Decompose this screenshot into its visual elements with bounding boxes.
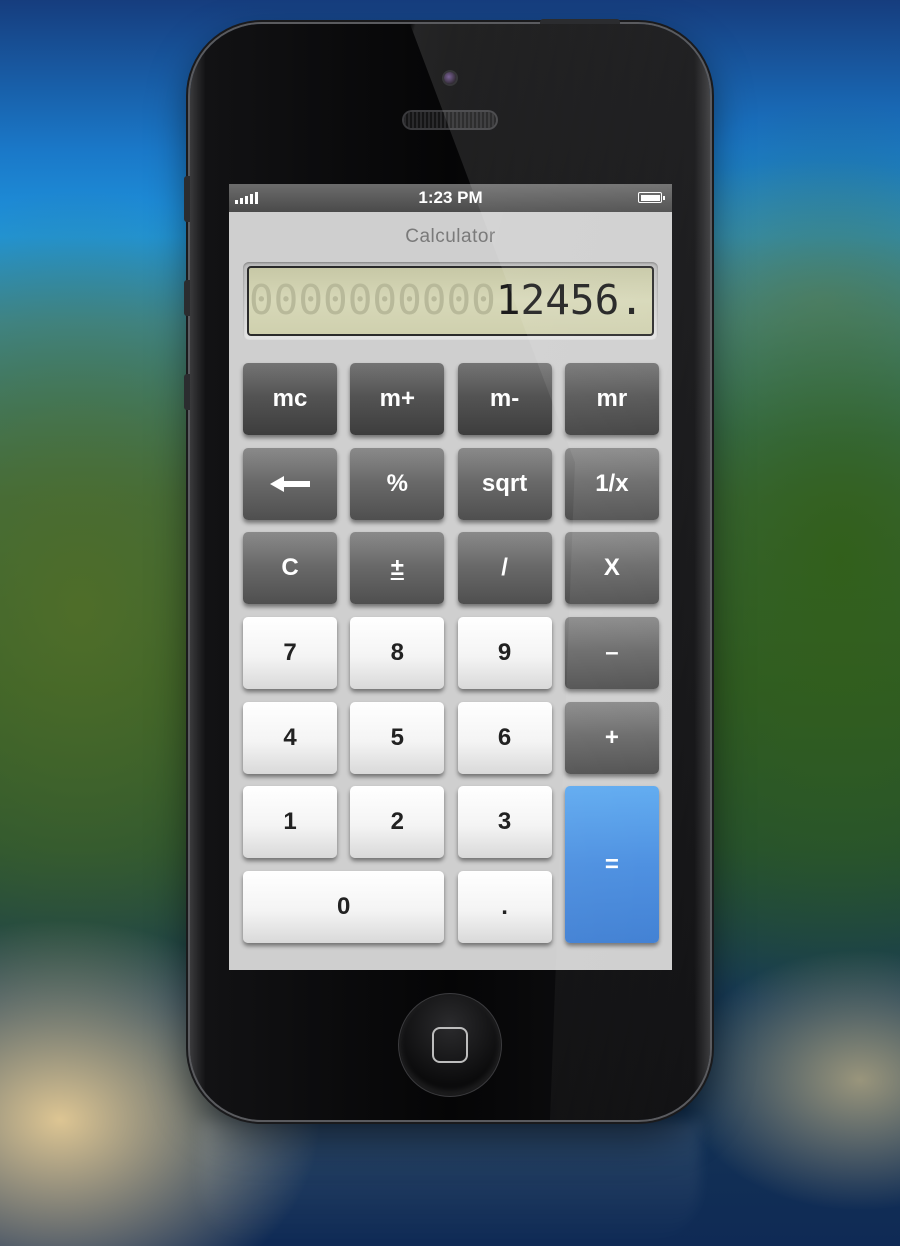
phone-device: 1:23 PM Calculator 000000000012456. mc m… [184,19,710,1120]
digit-9-button[interactable]: 9 [457,617,552,690]
memory-subtract-button[interactable]: m- [457,363,552,435]
digit-4-button[interactable]: 4 [243,701,337,774]
divide-button[interactable]: / [457,532,552,605]
phone-reflection [200,1120,700,1246]
phone-screen: 1:23 PM Calculator 000000000012456. mc m… [229,184,672,970]
display-frame: 000000000012456. [243,262,658,340]
volume-down-button [184,374,190,410]
power-button [540,19,620,24]
reciprocal-button[interactable]: 1/x [564,447,659,520]
left-arrow-icon [270,475,310,492]
digit-2-button[interactable]: 2 [350,786,445,859]
volume-up-button [184,280,190,316]
digit-3-button[interactable]: 3 [457,786,552,859]
subtract-button[interactable]: – [564,617,659,690]
digit-1-button[interactable]: 1 [243,786,337,859]
status-time: 1:23 PM [418,188,483,207]
plus-minus-label: ± [390,554,404,582]
equals-button[interactable]: = [564,786,659,944]
mute-switch [184,176,190,222]
digit-8-button[interactable]: 8 [350,617,445,690]
digit-6-button[interactable]: 6 [457,701,552,774]
home-button[interactable] [401,996,499,1094]
app-title: Calculator [405,226,496,247]
front-camera [444,72,456,84]
lcd-value: 12456. [495,276,644,324]
keypad: mc m+ m- mr % sqrt 1/x C ± / X 7 8 9 – 4… [243,363,659,944]
clear-button[interactable]: C [243,532,337,605]
plus-minus-button[interactable]: ± [350,532,445,605]
decimal-button[interactable]: . [457,871,552,944]
battery-full-icon [638,192,665,203]
memory-add-button[interactable]: m+ [350,363,445,435]
digit-7-button[interactable]: 7 [243,617,337,690]
lcd-display: 000000000012456. [247,266,654,336]
status-bar: 1:23 PM [229,184,672,212]
percent-button[interactable]: % [350,447,445,520]
lcd-ghost-digits: 0000000000 [249,276,496,324]
memory-recall-button[interactable]: mr [564,363,659,435]
memory-clear-button[interactable]: mc [243,363,337,435]
digit-0-button[interactable]: 0 [243,871,445,944]
home-square-icon [432,1027,468,1063]
sqrt-button[interactable]: sqrt [457,447,552,520]
backspace-button[interactable] [243,447,337,520]
add-button[interactable]: + [564,701,659,774]
earpiece-speaker [404,112,496,128]
digit-5-button[interactable]: 5 [350,701,445,774]
multiply-button[interactable]: X [564,532,659,605]
